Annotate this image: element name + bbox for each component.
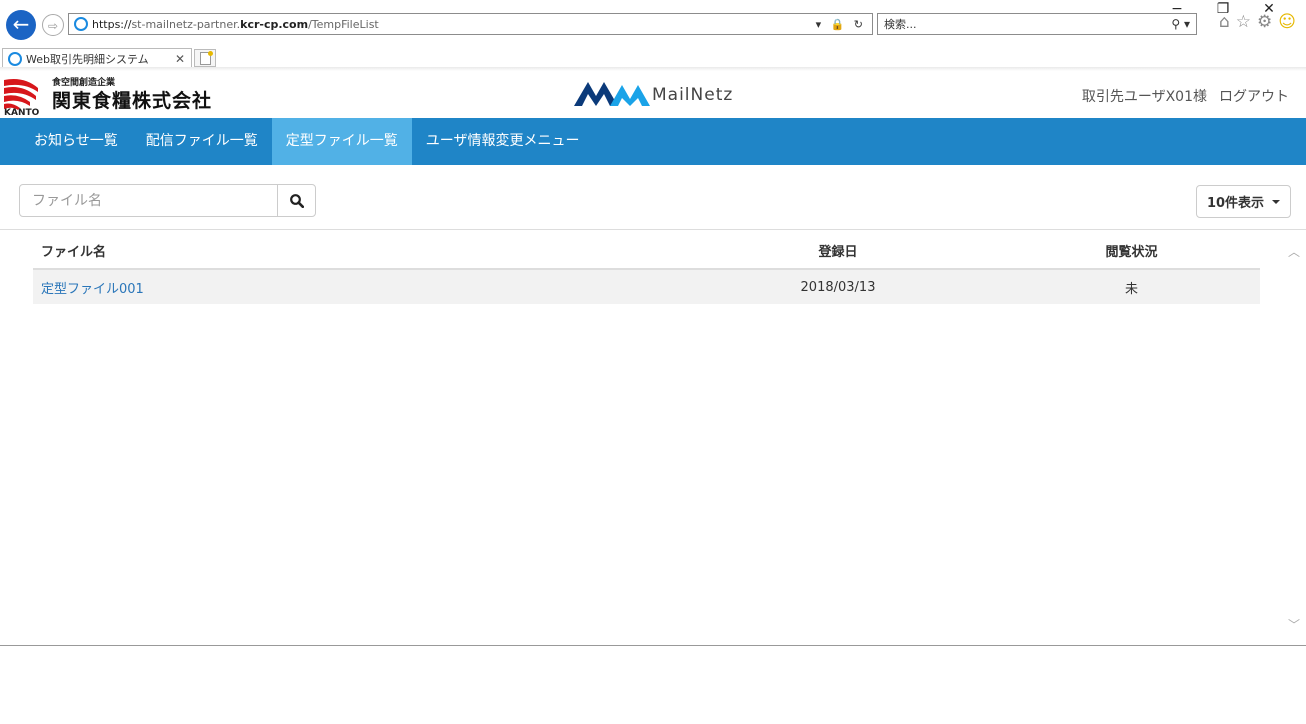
nav-item-template-files[interactable]: 定型ファイル一覧 <box>271 118 412 165</box>
scroll-down-icon[interactable]: ﹀ <box>1288 616 1300 633</box>
ie-icon <box>74 17 88 31</box>
back-arrow-icon[interactable]: ← <box>6 10 36 40</box>
url-domain: kcr-cp.com <box>240 17 309 31</box>
nav-item-distributed-files[interactable]: 配信ファイル一覧 <box>132 118 272 165</box>
browser-search-field[interactable]: 検索... ⚲ ▾ <box>877 13 1197 35</box>
logout-link[interactable]: ログアウト <box>1219 86 1289 106</box>
tab-ie-icon <box>8 51 22 66</box>
browser-chrome: − ❐ ✕ ← ⇨ https://st-mailnetz-partner. kc… <box>0 0 1306 71</box>
file-table: ファイル名 登録日 閲覧状況 定型ファイル001 2018/03/13 未 <box>33 232 1260 304</box>
url-scheme: https:// <box>92 17 132 31</box>
main-nav: お知らせ一覧 配信ファイル一覧 定型ファイル一覧 ユーザ情報変更メニュー <box>0 118 1306 165</box>
address-tools-icon[interactable]: ▾ 🔒 ↻ <box>816 18 866 31</box>
new-tab-button[interactable] <box>194 49 216 67</box>
favorites-star-icon[interactable]: ☆ <box>1236 12 1251 32</box>
cell-date: 2018/03/13 <box>800 279 876 295</box>
company-name: 関東食糧株式会社 <box>52 90 213 112</box>
cell-status: 未 <box>1124 281 1138 297</box>
file-name-search-input[interactable] <box>20 185 277 216</box>
company-logo-icon <box>4 79 38 110</box>
cell-file-name: 定型ファイル001 <box>33 278 673 297</box>
mailnetz-logo-text: MailNetz <box>652 85 734 105</box>
url-subdomain: st-mailnetz-partner. <box>131 17 241 31</box>
browser-toolbar-icons: ⌂ ☆ ⚙ ☺ <box>1219 12 1296 32</box>
logo-mark-text: KANTO <box>4 108 40 118</box>
settings-gear-icon[interactable]: ⚙ <box>1257 12 1272 32</box>
search-button[interactable] <box>277 185 315 216</box>
column-header-date[interactable]: 登録日 <box>673 241 1003 260</box>
tab-close-icon[interactable]: ✕ <box>175 52 185 66</box>
search-dropdown-icon[interactable]: ⚲ ▾ <box>1171 17 1190 31</box>
column-header-status[interactable]: 閲覧状況 <box>1003 241 1260 260</box>
caret-down-icon <box>1272 199 1281 204</box>
search-icon <box>289 193 304 208</box>
footer-divider <box>0 645 1306 646</box>
tab-title: Web取引先明細システム <box>26 52 149 66</box>
home-icon[interactable]: ⌂ <box>1219 12 1230 32</box>
table-row[interactable]: 定型ファイル001 2018/03/13 未 <box>33 270 1260 304</box>
address-bar[interactable]: https://st-mailnetz-partner. kcr-cp.com/T… <box>68 13 873 35</box>
browser-search-placeholder: 検索... <box>884 18 917 31</box>
feedback-smiley-icon[interactable]: ☺ <box>1278 12 1296 32</box>
mailnetz-m-icon <box>574 82 650 106</box>
browser-tab[interactable]: Web取引先明細システム ✕ <box>2 48 192 68</box>
page-size-label: 10件表示 <box>1206 196 1265 211</box>
mailnetz-logo: MailNetz <box>574 79 733 107</box>
column-header-file-name[interactable]: ファイル名 <box>33 241 673 260</box>
table-header: ファイル名 登録日 閲覧状況 <box>33 232 1260 270</box>
url-path: /TempFileList <box>308 17 379 31</box>
app-header: KANTO 食空間創造企業 関東食糧株式会社 MailNetz 取引先ユーザX0… <box>0 71 1306 118</box>
user-name: 取引先ユーザX01様 <box>1081 89 1207 105</box>
nav-item-user-settings[interactable]: ユーザ情報変更メニュー <box>412 118 594 165</box>
forward-arrow-icon[interactable]: ⇨ <box>42 14 64 36</box>
scroll-up-icon[interactable]: ︿ <box>1288 243 1300 260</box>
user-area: 取引先ユーザX01様 ログアウト <box>1082 86 1289 106</box>
file-search-group <box>19 184 316 217</box>
nav-item-notices[interactable]: お知らせ一覧 <box>20 118 132 165</box>
file-link[interactable]: 定型ファイル001 <box>41 282 144 297</box>
page-size-dropdown[interactable]: 10件表示 <box>1196 185 1291 218</box>
